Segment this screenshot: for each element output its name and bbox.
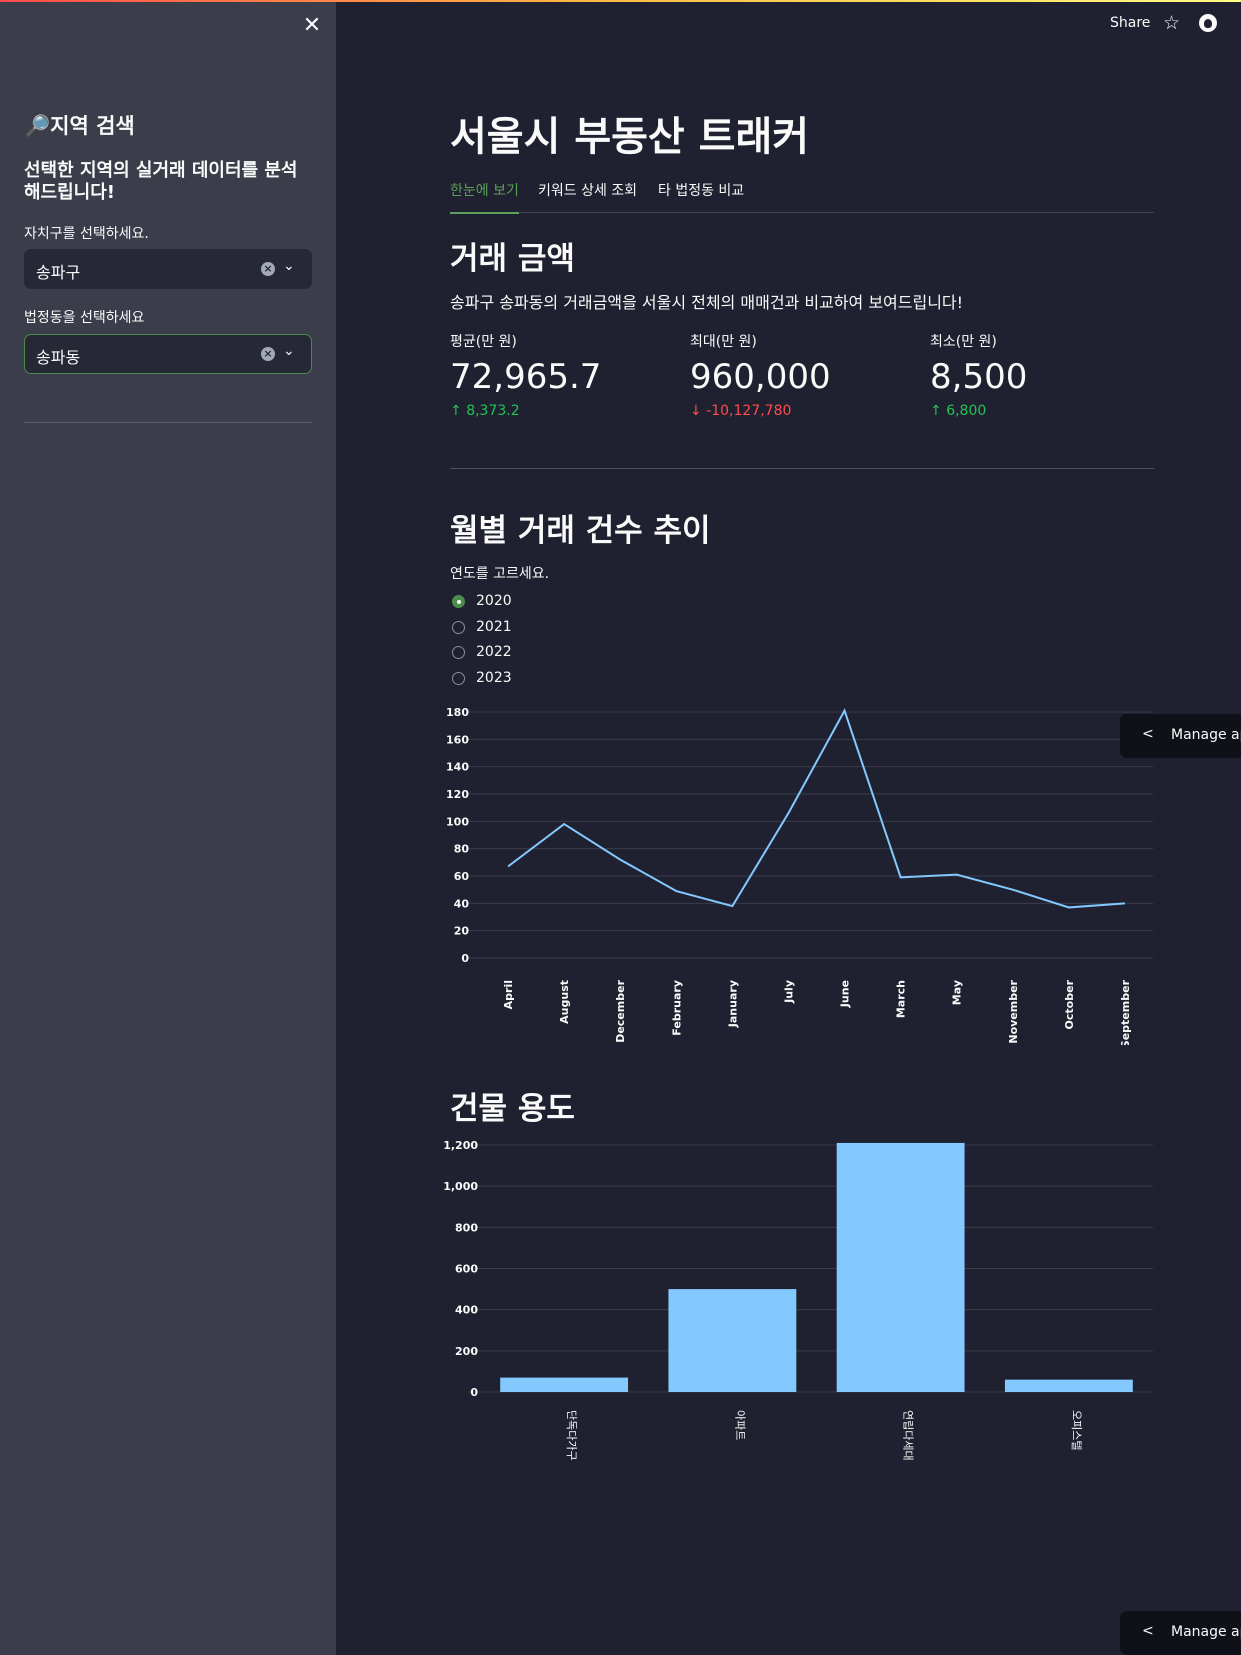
metric-label: 최소(만 원)	[930, 334, 997, 350]
y-tick-label: 140	[446, 761, 469, 774]
y-tick-label: 40	[454, 897, 470, 910]
sidebar: ✕ 🔎지역 검색 선택한 지역의 실거래 데이터를 분석해드립니다! 자치구를 …	[0, 0, 336, 1655]
metric-value: 8,500	[930, 357, 1028, 397]
manage-app-button[interactable]: < Manage app	[1120, 1611, 1241, 1655]
y-tick-label: 160	[446, 733, 469, 746]
x-tick-label: November	[1007, 979, 1020, 1043]
x-tick-label: May	[951, 980, 964, 1005]
y-tick-label: 20	[454, 925, 470, 938]
y-tick-label: 0	[470, 1386, 478, 1399]
section-divider	[450, 468, 1154, 469]
x-tick-label: 아파트	[733, 1410, 746, 1440]
x-tick-label: August	[558, 980, 571, 1024]
sidebar-subtitle: 선택한 지역의 실거래 데이터를 분석해드립니다!	[24, 160, 298, 203]
y-tick-label: 1,200	[443, 1139, 478, 1152]
metric-label: 최대(만 원)	[690, 334, 757, 350]
x-tick-label: 단독다가구	[565, 1410, 578, 1461]
x-tick-label: December	[614, 979, 627, 1042]
chevron-left-icon: <	[1142, 726, 1154, 742]
x-tick-label: July	[782, 980, 795, 1004]
bar	[1004, 1379, 1133, 1392]
metric-delta: ↓ -10,127,780	[690, 403, 792, 419]
series-line	[507, 708, 1126, 909]
bar	[500, 1377, 629, 1392]
bar	[836, 1142, 965, 1392]
x-tick-label: 오피스텔	[1070, 1410, 1083, 1450]
arrow-down-icon: ↓	[690, 403, 702, 419]
y-tick-label: 80	[454, 843, 470, 856]
y-tick-label: 200	[455, 1345, 478, 1358]
amount-description: 송파구 송파동의 거래금액을 서울시 전체의 매매건과 비교하여 보여드립니다!	[450, 293, 964, 312]
tab-overview[interactable]: 한눈에 보기	[450, 180, 519, 214]
chevron-down-icon[interactable]: ⌄	[283, 343, 295, 359]
metric-average: 평균(만 원) 72,965.7 ↑ 8,373.2	[450, 331, 670, 419]
metric-delta: ↑ 8,373.2	[450, 403, 520, 419]
x-tick-label: June	[839, 980, 852, 1008]
y-tick-label: 120	[446, 788, 469, 801]
metric-delta: ↑ 6,800	[930, 403, 987, 419]
district-value: 송파구	[36, 263, 81, 282]
x-tick-label: March	[895, 980, 908, 1018]
tab-keyword-detail[interactable]: 키워드 상세 조회	[538, 180, 637, 212]
dong-label: 법정동을 선택하세요	[24, 310, 145, 326]
manage-app-button[interactable]: < Manage app	[1120, 714, 1241, 758]
dong-select[interactable]: 송파동 × ⌄	[24, 334, 312, 374]
page-title: 서울시 부동산 트래커	[450, 114, 810, 160]
monthly-line-chart: 0 20 40 60 80 100 120 140 160 180 April August Decem…	[446, 706, 1153, 1045]
arrow-up-icon: ↑	[450, 403, 462, 419]
y-tick-label: 180	[446, 706, 469, 719]
amount-heading: 거래 금액	[450, 241, 575, 277]
metric-value: 72,965.7	[450, 357, 602, 397]
top-decoration	[0, 0, 1241, 2]
x-tick-label: February	[670, 980, 683, 1036]
share-button[interactable]: Share	[1110, 15, 1150, 31]
dong-value: 송파동	[36, 348, 81, 367]
metric-min: 최소(만 원) 8,500 ↑ 6,800	[930, 331, 1150, 419]
metric-value: 960,000	[690, 357, 831, 397]
y-tick-label: 400	[455, 1304, 478, 1317]
github-icon[interactable]	[1199, 14, 1217, 32]
x-tick-label: January	[726, 980, 739, 1028]
tab-compare-dong[interactable]: 타 법정동 비교	[658, 180, 744, 212]
metric-max: 최대(만 원) 960,000 ↓ -10,127,780	[690, 331, 910, 419]
district-label: 자치구를 선택하세요.	[24, 226, 149, 242]
sidebar-divider	[24, 422, 312, 423]
x-tick-label: April	[502, 980, 515, 1009]
year-radio-label: 연도를 고르세요.	[450, 566, 550, 582]
building-heading: 건물 용도	[450, 1091, 575, 1127]
y-tick-label: 800	[455, 1221, 478, 1234]
close-sidebar-icon[interactable]: ✕	[300, 14, 324, 38]
district-select[interactable]: 송파구 × ⌄	[24, 249, 312, 289]
clear-icon[interactable]: ×	[261, 347, 275, 361]
x-tick-label: September	[1119, 979, 1132, 1045]
y-tick-label: 0	[461, 952, 469, 965]
sidebar-title: 🔎지역 검색	[24, 114, 135, 138]
arrow-up-icon: ↑	[930, 403, 942, 419]
y-tick-label: 600	[455, 1263, 478, 1276]
chevron-left-icon: <	[1142, 1623, 1154, 1639]
monthly-heading: 월별 거래 건수 추이	[450, 513, 711, 549]
chevron-down-icon[interactable]: ⌄	[283, 258, 295, 274]
x-tick-label: October	[1063, 979, 1076, 1029]
x-tick-label: 연립다세대	[902, 1410, 915, 1461]
tab-bar: 한눈에 보기 키워드 상세 조회 타 법정동 비교	[450, 180, 1154, 214]
metric-label: 평균(만 원)	[450, 334, 517, 350]
bar	[668, 1289, 797, 1392]
star-icon[interactable]: ☆	[1163, 12, 1180, 34]
y-tick-label: 100	[446, 815, 469, 828]
y-tick-label: 1,000	[443, 1180, 478, 1193]
building-bar-chart: 0 200 400 600 800 1,000 1,200 단독다가구 아파트 연립다세대 오피스텔	[443, 1139, 1153, 1461]
clear-icon[interactable]: ×	[261, 262, 275, 276]
y-tick-label: 60	[454, 870, 470, 883]
